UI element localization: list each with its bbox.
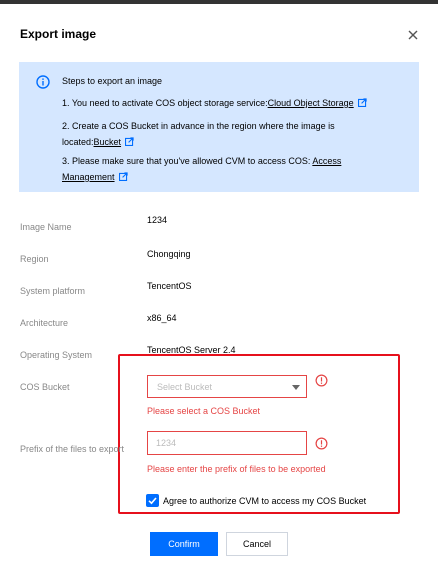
step-1-text: 1. You need to activate COS object stora…: [62, 98, 268, 108]
bucket-link[interactable]: Bucket: [94, 137, 122, 147]
cos-bucket-error: Please select a COS Bucket: [147, 406, 261, 416]
access-management-link-part1[interactable]: Access: [312, 156, 341, 166]
step-3: 3. Please make sure that you've allowed …: [62, 153, 341, 185]
architecture-value: x86_64: [147, 313, 177, 323]
platform-label: System platform: [20, 286, 86, 296]
cos-bucket-placeholder: Select Bucket: [157, 382, 213, 392]
prefix-input[interactable]: [147, 431, 307, 455]
platform-value: TencentOS: [147, 281, 192, 291]
architecture-label: Architecture: [20, 318, 69, 328]
step-1: 1. You need to activate COS object stora…: [62, 95, 367, 111]
checkmark-icon: [148, 497, 157, 505]
cos-bucket-label: COS Bucket: [20, 382, 70, 392]
info-icon: [36, 75, 50, 89]
image-name-value: 1234: [147, 215, 168, 225]
access-management-link-part2[interactable]: Management: [62, 172, 115, 182]
agree-checkbox[interactable]: [146, 494, 159, 507]
prefix-error: Please enter the prefix of files to be e…: [147, 464, 326, 474]
cloud-object-storage-link[interactable]: Cloud Object Storage: [268, 98, 354, 108]
os-label: Operating System: [20, 350, 93, 360]
step-2-text-line1: 2. Create a COS Bucket in advance in the…: [62, 121, 335, 131]
step-2: 2. Create a COS Bucket in advance in the…: [62, 118, 335, 150]
region-value: Chongqing: [147, 249, 191, 259]
image-name-label: Image Name: [20, 222, 72, 232]
dialog-title: Export image: [20, 27, 97, 41]
step-2-text-line2: located:: [62, 137, 94, 147]
close-icon[interactable]: [406, 28, 420, 42]
chevron-down-icon: [292, 385, 300, 390]
agree-label: Agree to authorize CVM to access my COS …: [163, 496, 367, 506]
prefix-label: Prefix of the files to export: [20, 444, 125, 454]
external-link-icon[interactable]: [118, 172, 128, 181]
step-3-text: 3. Please make sure that you've allowed …: [62, 156, 313, 166]
cancel-button[interactable]: Cancel: [226, 532, 288, 556]
cos-bucket-select[interactable]: Select Bucket: [147, 375, 307, 398]
info-panel: Steps to export an image 1. You need to …: [19, 62, 419, 192]
external-link-icon[interactable]: [125, 137, 134, 146]
error-icon: [315, 374, 328, 387]
top-bar: [0, 0, 438, 4]
info-heading: Steps to export an image: [62, 76, 163, 86]
error-icon: [315, 437, 328, 450]
confirm-button[interactable]: Confirm: [150, 532, 218, 556]
region-label: Region: [20, 254, 49, 264]
external-link-icon[interactable]: [357, 98, 367, 107]
